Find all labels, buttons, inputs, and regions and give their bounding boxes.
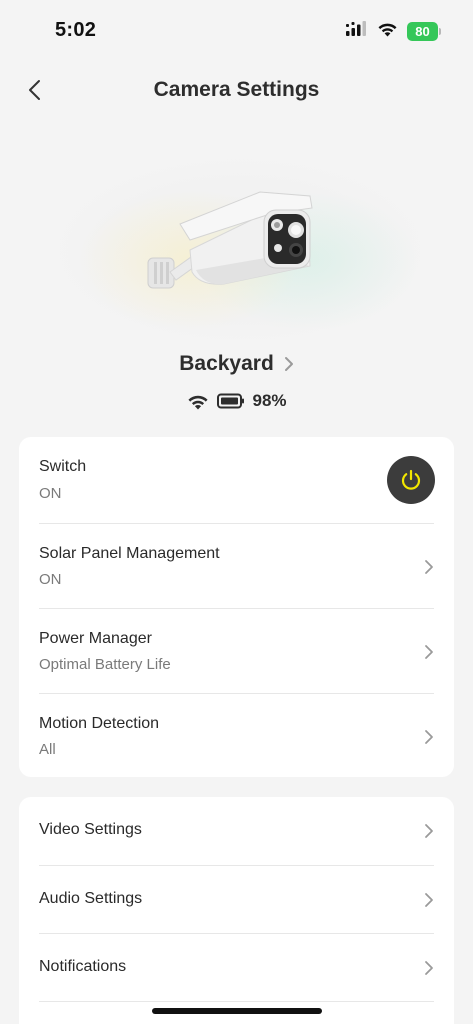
- notifications-row[interactable]: Notifications: [39, 933, 434, 1001]
- video-settings-row[interactable]: Video Settings: [39, 797, 434, 865]
- solar-panel-value: ON: [39, 571, 62, 588]
- secondary-settings-card: Video Settings Audio Settings Notificati…: [19, 797, 454, 1024]
- chevron-right-icon: [425, 961, 433, 975]
- device-name: Backyard: [179, 352, 274, 375]
- device-name-row[interactable]: Backyard: [0, 352, 473, 376]
- status-bar: 5:02 80: [0, 0, 473, 60]
- motion-detection-label: Motion Detection: [39, 715, 160, 732]
- chevron-right-icon: [425, 730, 433, 744]
- power-icon: [401, 469, 421, 490]
- battery-indicator: 80: [407, 22, 441, 41]
- primary-settings-card: Switch ON Solar Panel Management ON Powe…: [19, 437, 454, 777]
- status-time: 5:02: [55, 19, 97, 41]
- power-manager-row[interactable]: Power Manager Optimal Battery Life: [39, 608, 434, 693]
- camera-image: [147, 191, 313, 289]
- chevron-right-icon: [284, 357, 293, 371]
- video-settings-label: Video Settings: [39, 821, 142, 838]
- power-toggle-button[interactable]: [387, 456, 435, 504]
- camera-settings-screen: 5:02 80 Camera Settings Backyard 98% Swi…: [0, 0, 473, 1024]
- audio-settings-label: Audio Settings: [39, 890, 143, 907]
- home-indicator[interactable]: [152, 1008, 322, 1014]
- status-icons: 80: [346, 21, 441, 42]
- battery-level: 80: [407, 22, 438, 41]
- solar-panel-row[interactable]: Solar Panel Management ON: [39, 523, 434, 608]
- switch-row: Switch ON: [39, 437, 435, 523]
- audio-settings-row[interactable]: Audio Settings: [39, 865, 434, 933]
- device-status: 98%: [0, 391, 473, 411]
- signal-icon: [346, 21, 368, 42]
- notifications-label: Notifications: [39, 958, 127, 975]
- wifi-icon: [188, 395, 209, 409]
- page-title: Camera Settings: [153, 78, 320, 101]
- chevron-right-icon: [425, 893, 433, 907]
- chevron-right-icon: [425, 560, 433, 574]
- solar-panel-label: Solar Panel Management: [39, 545, 220, 562]
- wifi-icon: [377, 21, 398, 42]
- switch-value: ON: [39, 485, 62, 502]
- motion-detection-row[interactable]: Motion Detection All: [39, 693, 434, 777]
- battery-nub: [439, 28, 441, 35]
- power-manager-label: Power Manager: [39, 630, 152, 647]
- chevron-right-icon: [425, 824, 433, 838]
- motion-detection-value: All: [39, 741, 56, 758]
- power-manager-value: Optimal Battery Life: [39, 656, 171, 673]
- switch-label: Switch: [39, 458, 87, 475]
- device-battery-percent: 98%: [252, 391, 287, 410]
- battery-icon: [217, 393, 245, 409]
- chevron-right-icon: [425, 645, 433, 659]
